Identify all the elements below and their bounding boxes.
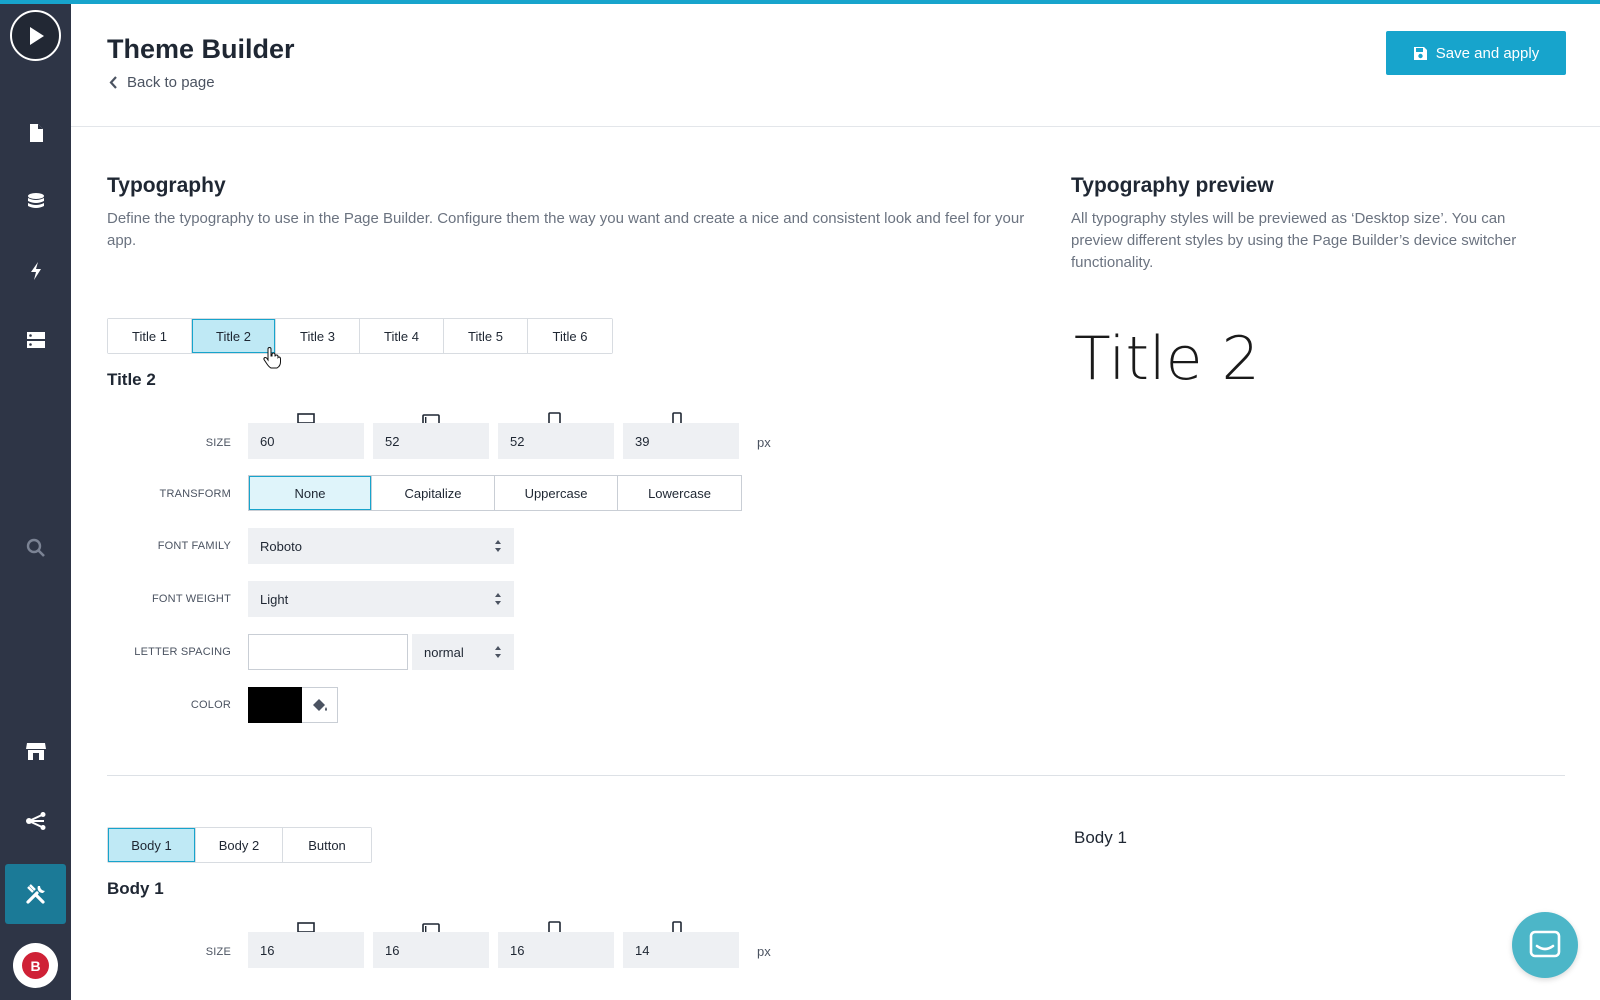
top-accent-bar xyxy=(0,0,1600,4)
selected-body-heading: Body 1 xyxy=(107,879,164,898)
body-tabs: Body 1 Body 2 Button xyxy=(107,827,372,863)
select-arrows-icon xyxy=(495,593,501,605)
main-content: Typography Define the typography to use … xyxy=(71,128,1600,1000)
tab-title-1[interactable]: Title 1 xyxy=(108,319,192,353)
select-arrows-icon xyxy=(495,540,501,552)
font-family-value: Roboto xyxy=(260,538,302,554)
size-tablet-landscape-input[interactable] xyxy=(373,423,489,459)
font-family-label: FONT FAMILY xyxy=(157,540,231,552)
play-logo-icon[interactable] xyxy=(10,10,61,61)
account-avatar[interactable]: B xyxy=(13,943,58,988)
save-and-apply-button[interactable]: Save and apply xyxy=(1386,31,1566,75)
tab-title-3[interactable]: Title 3 xyxy=(276,319,360,353)
transform-segmented-control: None Capitalize Uppercase Lowercase xyxy=(248,475,742,511)
body-size-desktop-input[interactable] xyxy=(248,932,364,968)
letter-spacing-unit-select[interactable]: normal xyxy=(412,634,514,670)
transform-lowercase-button[interactable]: Lowercase xyxy=(618,476,741,510)
letter-spacing-input[interactable] xyxy=(248,634,408,670)
size-label: SIZE xyxy=(205,437,231,449)
tools-icon[interactable] xyxy=(5,864,66,924)
typography-description: Define the typography to use in the Page… xyxy=(107,210,1025,249)
server-icon[interactable] xyxy=(0,311,71,369)
sidebar: B xyxy=(0,0,71,1000)
color-swatch[interactable] xyxy=(248,687,302,723)
back-to-page-link[interactable]: Back to page xyxy=(109,74,215,91)
search-icon[interactable] xyxy=(0,519,71,577)
tab-title-4[interactable]: Title 4 xyxy=(360,319,444,353)
paint-bucket-icon[interactable] xyxy=(302,687,338,723)
size-mobile-input[interactable] xyxy=(623,423,739,459)
size-desktop-input[interactable] xyxy=(248,423,364,459)
typography-section-title: Typography xyxy=(107,174,226,197)
body-size-unit: px xyxy=(757,944,771,959)
color-label: COLOR xyxy=(190,699,231,711)
back-to-page-label: Back to page xyxy=(127,74,215,91)
body-size-tablet-portrait-input[interactable] xyxy=(498,932,614,968)
tab-body-2[interactable]: Body 2 xyxy=(196,828,283,862)
hand-cursor-icon xyxy=(263,347,281,369)
title-preview-text: Title 2 xyxy=(1074,324,1260,394)
floppy-disk-icon xyxy=(1413,46,1427,60)
chat-icon xyxy=(1529,930,1561,958)
typography-preview-description: All typography styles will be previewed … xyxy=(1071,210,1517,271)
tab-title-5[interactable]: Title 5 xyxy=(444,319,528,353)
size-unit: px xyxy=(757,435,771,450)
body-size-tablet-landscape-input[interactable] xyxy=(373,932,489,968)
select-arrows-icon xyxy=(495,646,501,658)
actions-lightning-icon[interactable] xyxy=(0,242,71,300)
share-icon[interactable] xyxy=(0,792,71,850)
chevron-left-icon xyxy=(109,76,117,89)
title-tabs: Title 1 Title 2 Title 3 Title 4 Title 5 … xyxy=(107,318,613,354)
tab-title-6[interactable]: Title 6 xyxy=(528,319,612,353)
chat-support-button[interactable] xyxy=(1512,912,1578,978)
transform-uppercase-button[interactable]: Uppercase xyxy=(495,476,618,510)
page-title: Theme Builder xyxy=(107,34,295,64)
store-icon[interactable] xyxy=(0,722,71,780)
transform-capitalize-button[interactable]: Capitalize xyxy=(372,476,495,510)
body-preview-text: Body 1 xyxy=(1074,828,1127,847)
font-weight-label: FONT WEIGHT xyxy=(152,593,231,605)
font-family-select[interactable]: Roboto xyxy=(248,528,514,564)
font-weight-select[interactable]: Light xyxy=(248,581,514,617)
avatar-letter: B xyxy=(22,952,49,979)
body-size-mobile-input[interactable] xyxy=(623,932,739,968)
page-header: Theme Builder Back to page Save and appl… xyxy=(71,4,1600,127)
transform-none-button[interactable]: None xyxy=(249,476,372,510)
section-divider xyxy=(107,775,1565,776)
size-tablet-portrait-input[interactable] xyxy=(498,423,614,459)
letter-spacing-unit-value: normal xyxy=(424,644,464,660)
database-icon[interactable] xyxy=(0,173,71,231)
tab-body-1[interactable]: Body 1 xyxy=(108,828,196,862)
typography-preview-title: Typography preview xyxy=(1071,174,1274,197)
font-weight-value: Light xyxy=(260,591,289,607)
tab-button[interactable]: Button xyxy=(283,828,371,862)
body-size-label: SIZE xyxy=(205,946,231,958)
letter-spacing-label: LETTER SPACING xyxy=(134,646,231,658)
pages-icon[interactable] xyxy=(0,104,71,162)
transform-label: TRANSFORM xyxy=(159,488,231,500)
selected-title-heading: Title 2 xyxy=(107,370,156,389)
save-and-apply-label: Save and apply xyxy=(1435,44,1540,62)
